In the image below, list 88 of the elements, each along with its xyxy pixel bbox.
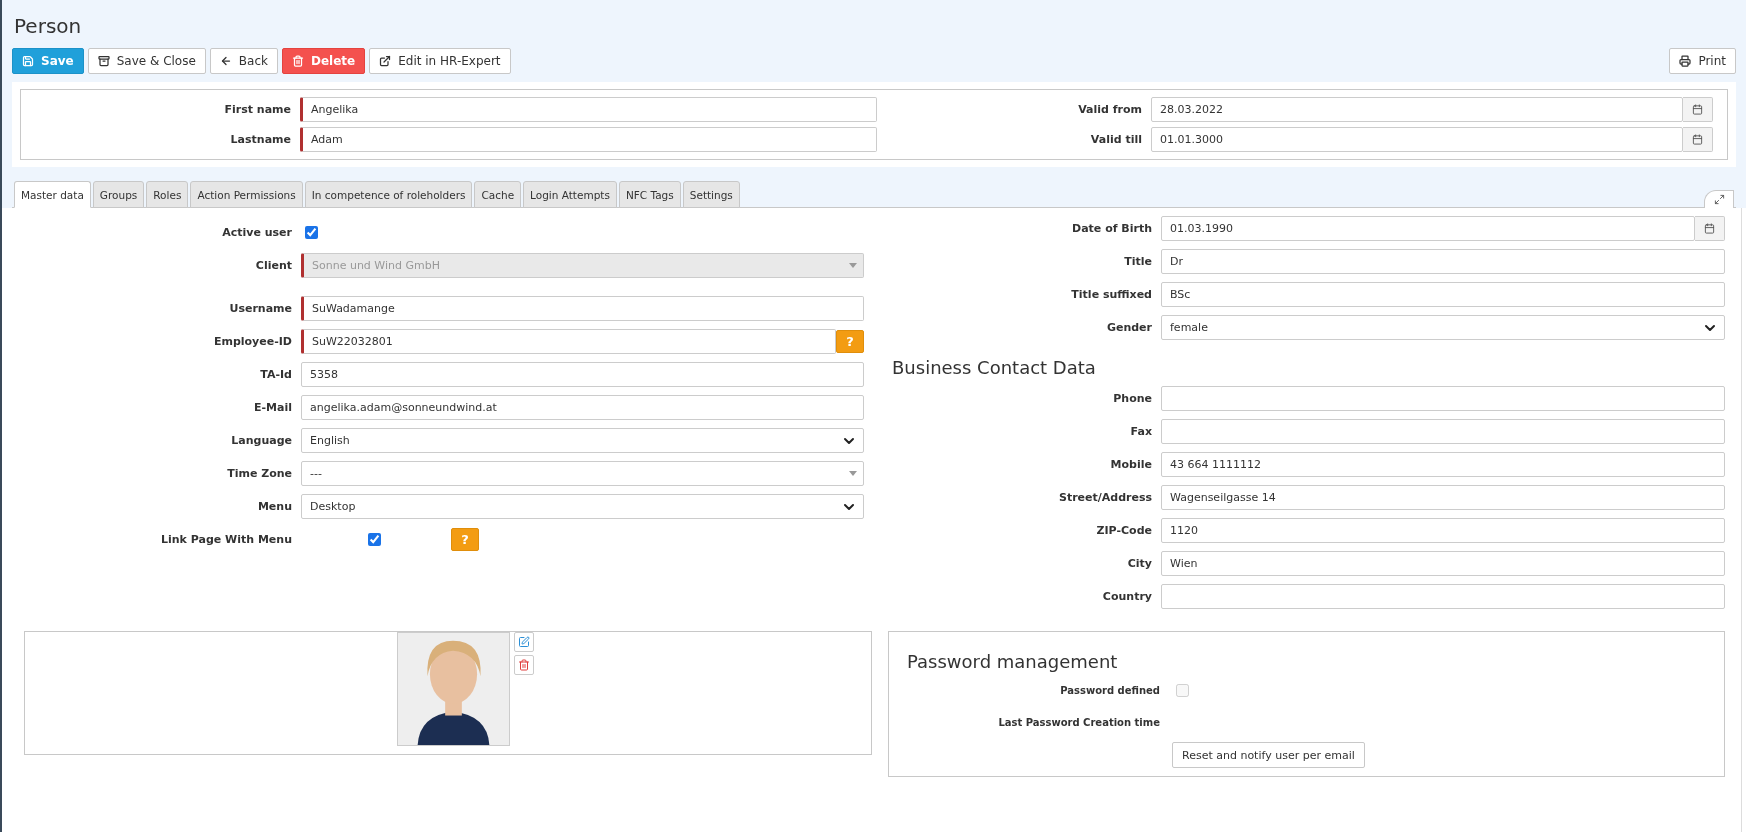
field-label: Last Password Creation time xyxy=(997,716,1160,728)
expand-button[interactable] xyxy=(1704,190,1734,208)
tab[interactable]: Master data xyxy=(14,181,91,208)
edit-photo-button[interactable] xyxy=(513,632,534,652)
delete-photo-button[interactable] xyxy=(513,655,534,675)
select-field[interactable]: --- xyxy=(301,461,864,486)
field-label: Date of Birth xyxy=(1071,222,1152,235)
external-link-icon xyxy=(379,55,392,67)
field-label: Active user xyxy=(221,226,292,239)
text-field[interactable] xyxy=(1161,419,1725,444)
text-field[interactable] xyxy=(1161,386,1725,411)
calendar-icon xyxy=(1692,104,1703,115)
trash-icon xyxy=(292,55,304,67)
field-label: First name xyxy=(223,103,291,116)
field-label: Country xyxy=(1101,590,1152,603)
edit-icon xyxy=(517,636,530,648)
print-button[interactable]: Print xyxy=(1669,48,1736,74)
caret-icon xyxy=(849,263,857,268)
field-label: Language xyxy=(230,434,292,447)
calendar-button[interactable] xyxy=(1695,216,1725,241)
text-field[interactable] xyxy=(1161,584,1725,609)
toolbar-button[interactable]: Save & Close xyxy=(87,48,206,74)
select-field[interactable]: female xyxy=(1161,315,1725,340)
field-label: City xyxy=(1126,557,1152,570)
field-label: Password defined xyxy=(1059,684,1160,696)
calendar-button[interactable] xyxy=(1683,127,1713,152)
tab[interactable]: Groups xyxy=(92,181,145,208)
text-field[interactable]: 1120 xyxy=(1161,518,1725,543)
field-label: Menu xyxy=(256,500,292,513)
tab[interactable]: NFC Tags xyxy=(618,181,681,208)
text-field[interactable]: Angelika xyxy=(300,97,877,122)
tab[interactable]: Login Attempts xyxy=(523,181,617,208)
field-label: Valid from xyxy=(1077,103,1142,116)
date-field[interactable]: 01.01.3000 xyxy=(1151,127,1683,152)
field-label: TA-Id xyxy=(259,368,292,381)
field-label: Title suffixed xyxy=(1070,288,1152,301)
field-label: Fax xyxy=(1129,425,1152,438)
field-label: Street/Address xyxy=(1057,491,1152,504)
archive-icon xyxy=(97,55,110,67)
field-label: Mobile xyxy=(1109,458,1152,471)
calendar-icon xyxy=(1704,223,1715,234)
tab[interactable]: Action Permissions xyxy=(190,181,303,208)
field-label: Link Page With Menu xyxy=(160,533,292,546)
field-label: Username xyxy=(228,302,292,315)
field-label: Valid till xyxy=(1089,133,1142,146)
expand-icon xyxy=(1713,194,1725,205)
text-field[interactable]: Dr xyxy=(1161,249,1725,274)
toolbar-button[interactable]: Back xyxy=(209,48,278,74)
section-heading: Password management xyxy=(907,650,1119,674)
field-label: ZIP-Code xyxy=(1095,524,1152,537)
section-heading: Business Contact Data xyxy=(892,356,1097,380)
printer-icon xyxy=(1679,55,1692,67)
tab[interactable]: Cache xyxy=(474,181,522,208)
trash-icon xyxy=(517,659,530,671)
date-field[interactable]: 28.03.2022 xyxy=(1151,97,1683,122)
text-field[interactable]: SuW22032801 xyxy=(301,329,836,354)
page-title: Person xyxy=(14,14,83,38)
date-field[interactable]: 01.03.1990 xyxy=(1161,216,1695,241)
select-field[interactable]: Desktop xyxy=(301,494,864,519)
caret-icon xyxy=(849,471,857,476)
field-label: E-Mail xyxy=(253,401,292,414)
text-field[interactable]: angelika.adam@sonneundwind.at xyxy=(301,395,864,420)
arrow-left-icon xyxy=(219,55,232,67)
checkbox[interactable] xyxy=(305,226,318,239)
calendar-icon xyxy=(1692,134,1703,145)
field-label: Lastname xyxy=(229,133,291,146)
text-field[interactable]: Adam xyxy=(300,127,877,152)
field-label: Gender xyxy=(1105,321,1152,334)
field-label: Phone xyxy=(1112,392,1152,405)
select-field[interactable]: English xyxy=(301,428,864,453)
save-icon xyxy=(22,55,34,67)
text-field[interactable]: SuWadamange xyxy=(301,296,864,321)
field-label: Time Zone xyxy=(226,467,292,480)
toolbar-button[interactable]: Edit in HR-Expert xyxy=(369,48,511,74)
text-field[interactable]: 5358 xyxy=(301,362,864,387)
text-field[interactable]: 43 664 1111112 xyxy=(1161,452,1725,477)
tab[interactable]: In competence of roleholders xyxy=(304,181,473,208)
text-field[interactable]: Wagenseilgasse 14 xyxy=(1161,485,1725,510)
tab[interactable]: Settings xyxy=(682,181,740,208)
reset-password-button[interactable]: Reset and notify user per email xyxy=(1172,742,1365,768)
calendar-button[interactable] xyxy=(1683,97,1713,122)
field-label: Title xyxy=(1123,255,1152,268)
checkbox[interactable] xyxy=(368,533,381,546)
field-label: Client xyxy=(254,259,292,272)
tab[interactable]: Roles xyxy=(146,181,189,208)
text-field[interactable]: Wien xyxy=(1161,551,1725,576)
field-label: Employee-ID xyxy=(212,335,292,348)
text-field[interactable]: BSc xyxy=(1161,282,1725,307)
